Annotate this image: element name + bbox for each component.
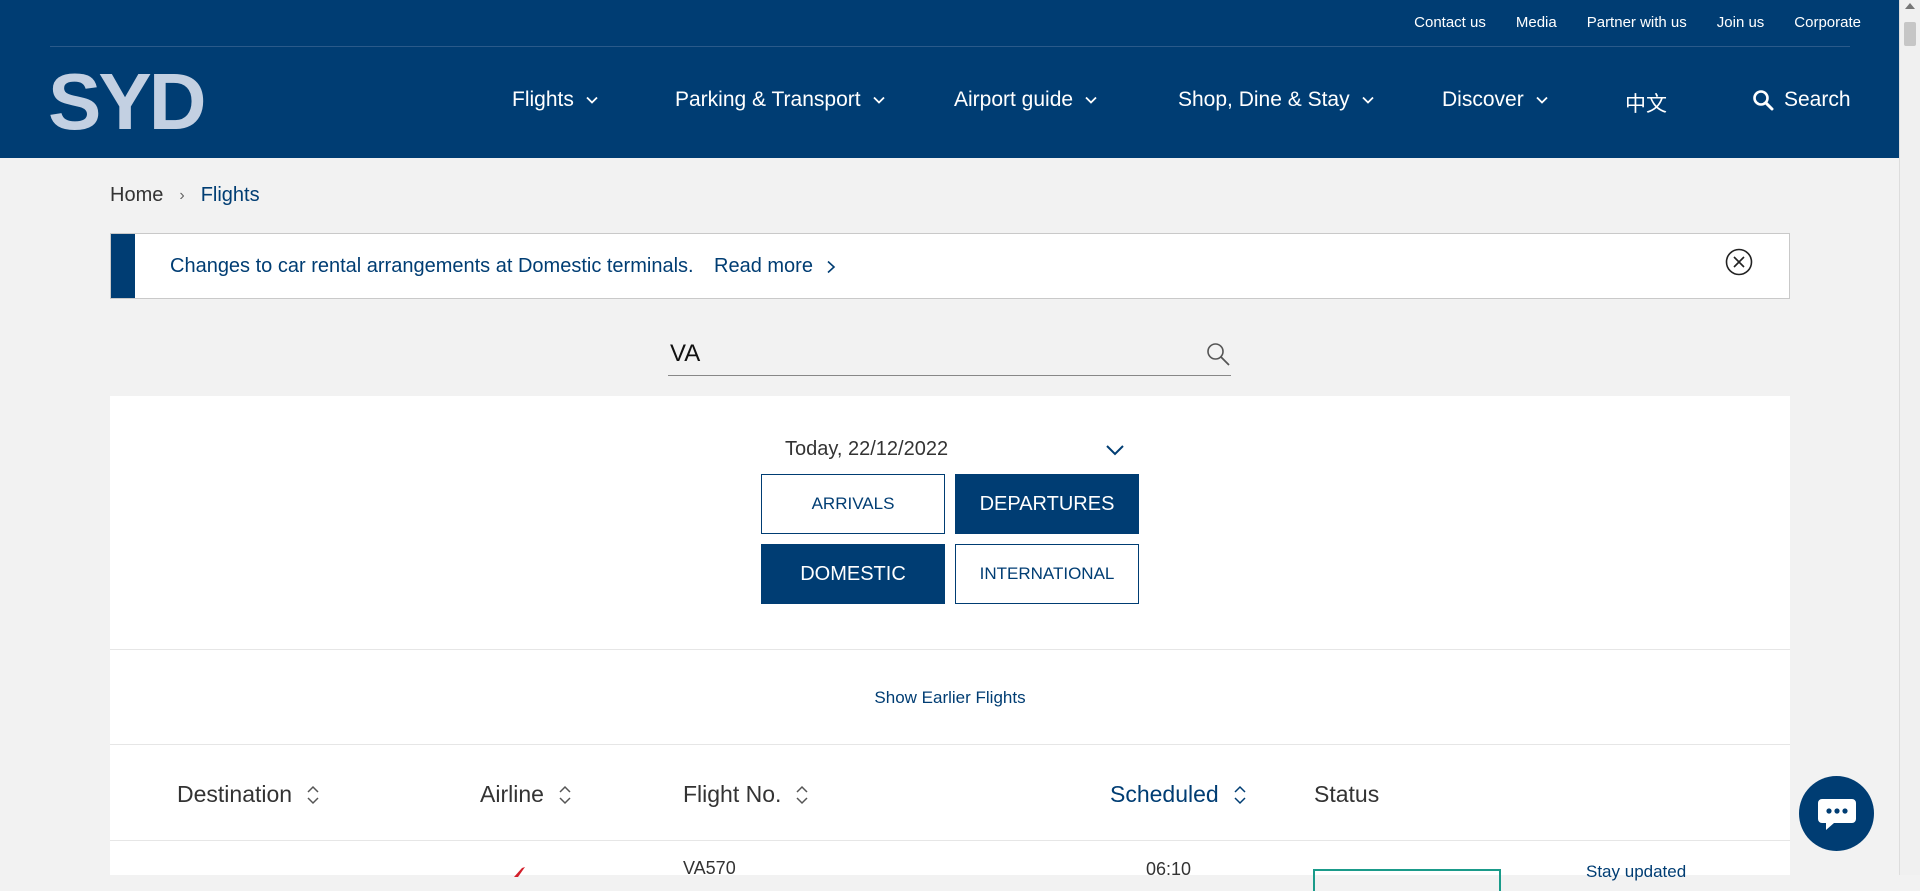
column-destination-label: Destination	[177, 781, 293, 807]
utility-link-contact[interactable]: Contact us	[1414, 14, 1486, 31]
flight-search-input[interactable]	[670, 335, 1170, 373]
stay-updated-link[interactable]: Stay updated	[1586, 862, 1686, 882]
nav-parking-label: Parking & Transport	[675, 88, 861, 111]
site-header: Contact us Media Partner with us Join us…	[0, 0, 1900, 158]
domestic-button[interactable]: DOMESTIC	[761, 544, 945, 604]
column-airline-label: Airline	[480, 781, 544, 807]
chevron-down-icon	[586, 96, 598, 104]
column-scheduled-label: Scheduled	[1110, 781, 1219, 807]
utility-link-partner[interactable]: Partner with us	[1587, 14, 1687, 31]
page-scrollbar[interactable]	[1899, 0, 1920, 875]
date-select[interactable]: Today, 22/12/2022	[775, 435, 1125, 465]
column-header-airline[interactable]: Airline	[480, 781, 572, 808]
nav-shop-dine-stay[interactable]: Shop, Dine & Stay	[1178, 88, 1374, 112]
utility-link-media[interactable]: Media	[1516, 14, 1557, 31]
chat-bubble-icon	[1818, 799, 1856, 830]
breadcrumb-current: Flights	[200, 184, 260, 206]
status-badge	[1313, 869, 1501, 891]
breadcrumb-home[interactable]: Home	[110, 184, 163, 207]
chat-button[interactable]	[1799, 776, 1874, 851]
main-nav: Flights Parking & Transport Airport guid…	[0, 88, 1900, 120]
utility-link-corporate[interactable]: Corporate	[1794, 14, 1861, 31]
chevron-down-icon	[1536, 96, 1548, 104]
nav-discover[interactable]: Discover	[1442, 88, 1548, 112]
breadcrumb-chevron-icon: ›	[179, 186, 185, 204]
nav-flights-label: Flights	[512, 88, 574, 111]
international-button[interactable]: INTERNATIONAL	[955, 544, 1139, 604]
utility-link-join[interactable]: Join us	[1717, 14, 1765, 31]
alert-message: Changes to car rental arrangements at Do…	[170, 255, 694, 277]
nav-airport-guide[interactable]: Airport guide	[954, 88, 1097, 112]
chevron-right-icon	[827, 260, 836, 273]
sort-icon	[1234, 785, 1246, 804]
nav-parking[interactable]: Parking & Transport	[675, 88, 885, 112]
flight-search-field	[668, 335, 1231, 376]
nav-search[interactable]: Search	[1752, 88, 1851, 112]
scroll-up-arrow-icon[interactable]	[1905, 3, 1915, 9]
arrivals-button[interactable]: ARRIVALS	[761, 474, 945, 534]
column-header-scheduled[interactable]: Scheduled	[1110, 781, 1247, 808]
nav-chinese[interactable]: 中文	[1625, 88, 1667, 118]
flights-panel: Today, 22/12/2022 ARRIVALS DEPARTURES DO…	[110, 396, 1790, 891]
column-header-status: Status	[1314, 781, 1379, 808]
close-icon[interactable]	[1725, 248, 1753, 276]
chevron-down-icon	[872, 96, 885, 104]
column-header-destination[interactable]: Destination	[177, 781, 320, 808]
nav-search-label: Search	[1784, 88, 1851, 111]
table-header-divider	[110, 840, 1790, 841]
breadcrumb: Home › Flights	[110, 184, 260, 207]
search-icon	[1753, 90, 1774, 111]
chevron-down-icon	[1085, 96, 1097, 104]
scheduled-time-cell: 06:10	[1146, 859, 1192, 879]
column-header-flight-no[interactable]: Flight No.	[683, 781, 809, 808]
search-icon[interactable]	[1205, 341, 1231, 367]
sort-icon	[307, 785, 319, 804]
panel-divider	[110, 649, 1790, 650]
alert-read-more-label: Read more	[714, 255, 813, 277]
column-flight-no-label: Flight No.	[683, 781, 782, 807]
nav-shop-label: Shop, Dine & Stay	[1178, 88, 1350, 111]
header-divider	[50, 46, 1850, 47]
departures-button[interactable]: DEPARTURES	[955, 474, 1139, 534]
alert-read-more-link[interactable]: Read more	[714, 255, 837, 278]
chevron-down-icon	[1106, 445, 1124, 456]
date-select-value: Today, 22/12/2022	[785, 438, 949, 460]
nav-guide-label: Airport guide	[954, 88, 1074, 111]
chevron-down-icon	[1361, 96, 1374, 104]
alert-accent-bar	[111, 234, 135, 298]
panel-divider	[110, 744, 1790, 745]
sort-icon	[796, 785, 808, 804]
show-earlier-flights-button[interactable]: Show Earlier Flights	[110, 688, 1790, 708]
nav-chinese-label: 中文	[1625, 93, 1667, 116]
column-status-label: Status	[1314, 781, 1380, 807]
nav-flights[interactable]: Flights	[512, 88, 598, 112]
airline-logo-icon	[514, 867, 525, 877]
scroll-thumb[interactable]	[1904, 22, 1916, 46]
flight-number-cell: VA570	[683, 858, 736, 878]
sort-icon	[559, 785, 571, 804]
utility-nav: Contact us Media Partner with us Join us…	[1414, 14, 1861, 31]
alert-banner: Changes to car rental arrangements at Do…	[110, 233, 1790, 299]
nav-discover-label: Discover	[1442, 88, 1524, 111]
